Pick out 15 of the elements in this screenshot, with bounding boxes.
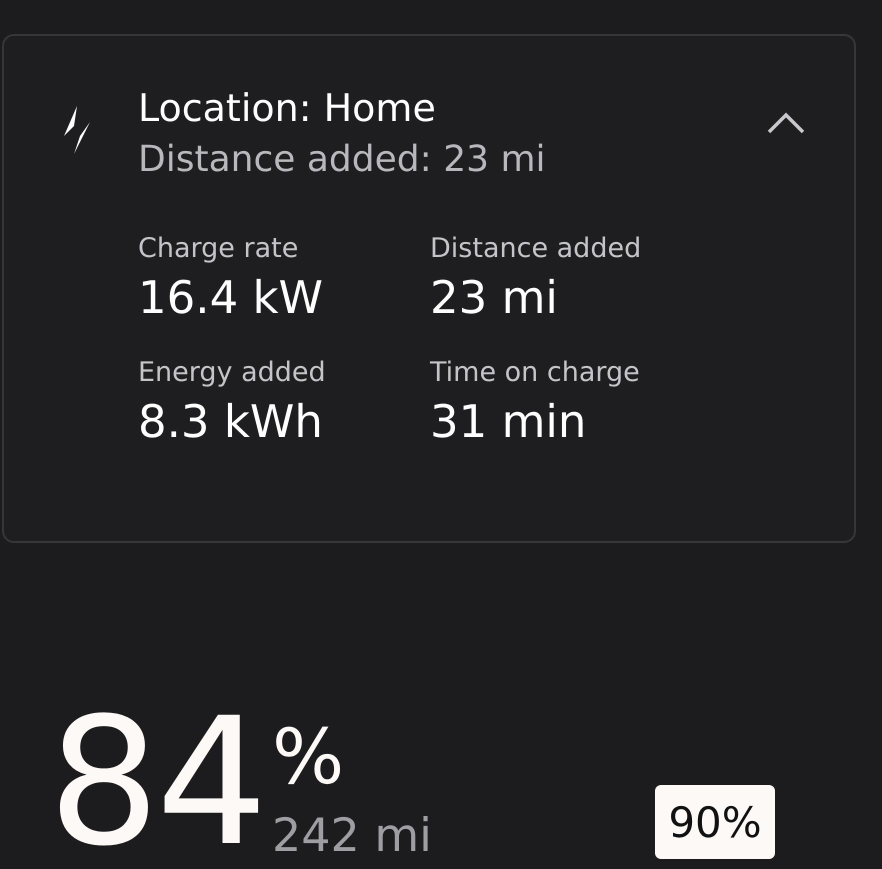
chevron-up-icon[interactable]	[766, 110, 806, 136]
location-title: Location: Home	[138, 85, 437, 132]
range-text: 242 mi	[272, 809, 432, 861]
stat-value: 16.4 kW	[138, 270, 324, 326]
distance-subtitle: Distance added: 23 mi	[138, 138, 547, 182]
stat-value: 31 min	[430, 394, 588, 450]
stat-label: Energy added	[138, 356, 327, 390]
stat-label: Time on charge	[430, 356, 641, 390]
battery-percent: 84	[48, 703, 264, 863]
stat-label: Distance added	[430, 232, 642, 266]
charge-limit-badge[interactable]: 90%	[655, 785, 775, 859]
percent-sign: %	[272, 719, 346, 795]
stat-label: Charge rate	[138, 232, 300, 266]
stat-value: 23 mi	[430, 270, 559, 326]
stat-value: 8.3 kWh	[138, 394, 324, 450]
